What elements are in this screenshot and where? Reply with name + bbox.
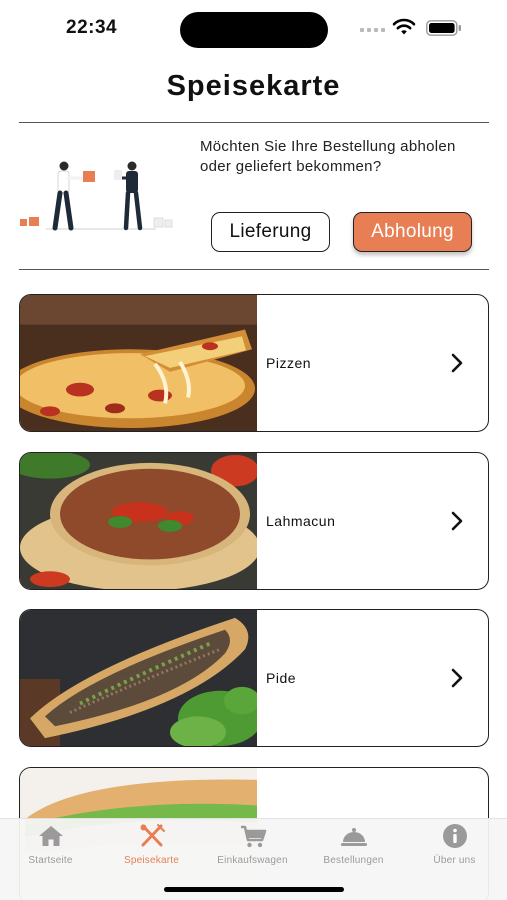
chevron-right-icon [451,353,463,373]
chevron-right-icon [451,668,463,688]
tab-startseite[interactable]: Startseite [0,823,101,873]
battery-icon [426,20,461,36]
category-label: Pide [266,670,297,686]
tab-speisekarte[interactable]: Speisekarte [101,823,202,873]
pickup-button[interactable]: Abholung [353,212,472,252]
info-icon [442,824,467,848]
tab-label: Startseite [28,855,73,866]
fork-knife-icon [140,824,165,847]
tab-bestellungen[interactable]: Bestellungen [303,823,404,873]
delivery-illustration-icon [20,161,173,231]
delivery-button[interactable]: Lieferung [211,212,330,252]
tab-einkaufswagen[interactable]: Einkaufswagen [202,823,303,873]
category-label: Pizzen [266,355,312,371]
tab-label: Über uns [433,855,476,866]
tab-label: Bestellungen [323,855,384,866]
category-card-pizzen[interactable]: Pizzen [19,294,489,432]
category-card-lahmacun[interactable]: Lahmacun [19,452,489,590]
category-label: Lahmacun [266,513,336,529]
pide-photo [20,610,257,746]
category-card-pide[interactable]: Pide [19,609,489,747]
wifi-icon [392,18,416,35]
section-divider [19,269,489,270]
cart-icon [240,825,266,848]
cloche-icon [340,828,367,846]
dynamic-island [180,12,328,48]
home-indicator [164,887,344,892]
order-mode-question: Möchten Sie Ihre Bestellung abholen oder… [200,138,456,175]
tab-label: Speisekarte [123,855,179,866]
home-icon [38,826,63,846]
chevron-right-icon [451,511,463,531]
tab-ueber-uns[interactable]: Über uns [404,823,505,873]
header-divider [19,122,489,123]
status-bar: 22:34 [0,0,507,56]
tab-label: Einkaufswagen [217,855,288,866]
cellular-signal-icon [360,28,386,34]
lahmacun-photo [20,453,257,589]
page-title: Speisekarte [166,70,341,102]
status-time: 22:34 [66,17,118,38]
pizza-photo [20,295,257,431]
